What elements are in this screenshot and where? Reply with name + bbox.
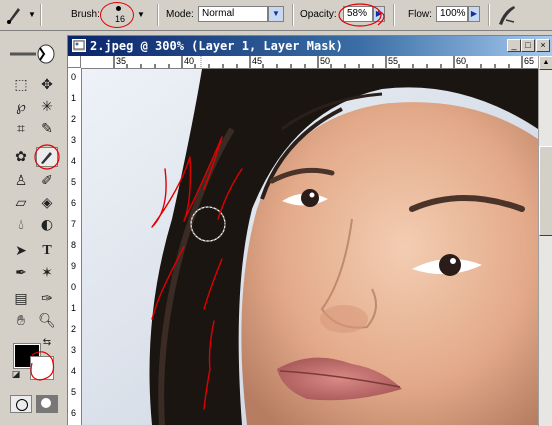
ruler-label: 3: [71, 345, 77, 355]
portrait-photo: [82, 69, 538, 425]
notes-icon[interactable]: ▤: [10, 289, 32, 309]
dodge-icon[interactable]: ◐: [36, 215, 58, 235]
scroll-thumb[interactable]: [539, 146, 552, 236]
ruler-label: 35: [116, 56, 127, 66]
ruler-label: 4: [71, 366, 77, 376]
paint-bucket-icon[interactable]: ◈: [36, 193, 58, 213]
ruler-label: 5: [71, 177, 77, 187]
ruler-label: 1: [71, 303, 77, 313]
ruler-label: 45: [252, 56, 263, 66]
vertical-ruler: 0 1 2 3 4 5 6 7 8 9 0 1 2 3 4 5 6: [68, 68, 82, 425]
ruler-label: 50: [320, 56, 331, 66]
slice-icon[interactable]: ✎: [36, 119, 58, 139]
healing-brush-icon[interactable]: ✿: [10, 147, 32, 167]
toolbox-header-icon: [6, 43, 56, 65]
ruler-label: 65: [524, 56, 535, 66]
ruler-label: 7: [71, 219, 77, 229]
document-icon: [72, 39, 86, 52]
document-title-bar[interactable]: 2.jpeg @ 300% (Layer 1, Layer Mask) _ □ …: [68, 36, 552, 56]
default-colors-icon[interactable]: ◪: [10, 369, 22, 381]
quick-mask-mode-button[interactable]: [36, 395, 58, 413]
shape-icon[interactable]: ✶: [36, 263, 58, 283]
blur-icon[interactable]: 💧︎: [10, 215, 32, 235]
ruler-label: 8: [71, 240, 77, 250]
clone-stamp-icon[interactable]: ♙: [10, 171, 32, 191]
pen-icon[interactable]: ✒: [10, 263, 32, 283]
options-bar: ▼ Brush: 16 ▼ Mode: Normal ▼ Opacity: 58…: [0, 0, 552, 31]
document-title: 2.jpeg @ 300% (Layer 1, Layer Mask): [90, 39, 343, 53]
swap-colors-icon[interactable]: ⇆: [40, 337, 54, 349]
history-brush-icon[interactable]: ✐: [36, 171, 58, 191]
ruler-label: 55: [388, 56, 399, 66]
ruler-label: 3: [71, 135, 77, 145]
flow-slider-icon[interactable]: ▶: [468, 6, 480, 22]
minimize-button[interactable]: _: [507, 39, 521, 52]
image-canvas[interactable]: [82, 69, 538, 425]
ruler-label: 2: [71, 324, 77, 334]
ruler-label: 0: [71, 72, 77, 82]
brush-tool-preset-icon[interactable]: [4, 0, 26, 30]
brush-tool-circle-annotation: [34, 144, 60, 170]
opacity-label: Opacity:: [300, 9, 337, 20]
move-icon[interactable]: ✥: [36, 75, 58, 95]
ruler-label: 0: [71, 282, 77, 292]
document-window: 2.jpeg @ 300% (Layer 1, Layer Mask) _ □ …: [67, 35, 552, 426]
brush-picker[interactable]: 16: [100, 2, 137, 28]
ruler-label: 9: [71, 261, 77, 271]
mode-dropdown-icon[interactable]: ▼: [268, 6, 284, 22]
ruler-label: 4: [71, 156, 77, 166]
zoom-icon[interactable]: 🔍︎: [36, 311, 58, 331]
marquee-icon[interactable]: ⬚: [10, 75, 32, 95]
swatch-circle-annotation: [30, 351, 55, 381]
ruler-label: 2: [71, 114, 77, 124]
ruler-label: 6: [71, 198, 77, 208]
horizontal-ruler: 35 40 45 50 55 60 65: [81, 56, 538, 69]
vertical-scrollbar[interactable]: ▲: [538, 56, 552, 426]
ruler-label: 1: [71, 93, 77, 103]
eraser-icon[interactable]: ▱: [10, 193, 32, 213]
brush-circle-annotation: [100, 2, 134, 28]
airbrush-icon[interactable]: [496, 0, 518, 30]
brush-dropdown-icon[interactable]: ▼: [137, 0, 145, 30]
lasso-icon[interactable]: ℘: [10, 97, 32, 117]
crop-icon[interactable]: ⌗: [10, 119, 32, 139]
opacity-circle-annotation: [338, 3, 385, 27]
eyedropper-icon[interactable]: ✑: [36, 289, 58, 309]
magic-wand-icon[interactable]: ✳: [36, 97, 58, 117]
maximize-button[interactable]: □: [521, 39, 535, 52]
standard-mode-button[interactable]: [10, 395, 32, 413]
ruler-corner: [68, 56, 81, 68]
flow-label: Flow:: [408, 9, 432, 20]
path-select-icon[interactable]: ➤: [10, 241, 32, 261]
hand-icon[interactable]: ✋︎: [10, 311, 32, 331]
ruler-label: 40: [184, 56, 195, 66]
mode-label: Mode:: [166, 9, 194, 20]
ruler-label: 5: [71, 387, 77, 397]
ruler-label: 60: [456, 56, 467, 66]
ruler-label: 6: [71, 408, 77, 418]
flow-field[interactable]: 100%: [436, 6, 468, 22]
type-icon[interactable]: T: [36, 241, 58, 261]
close-button[interactable]: ×: [536, 39, 550, 52]
brush-label: Brush:: [71, 9, 100, 20]
toolbox: ⬚ ✥ ℘ ✳ ⌗ ✎ ✿ ♙ ✐ ▱ ◈ 💧︎ ◐ ➤ T ✒ ✶ ▤ ✑ ✋…: [0, 31, 64, 425]
tool-preset-dropdown-icon[interactable]: ▼: [28, 0, 36, 30]
scroll-up-button[interactable]: ▲: [539, 56, 552, 70]
mode-select[interactable]: Normal: [198, 6, 268, 22]
